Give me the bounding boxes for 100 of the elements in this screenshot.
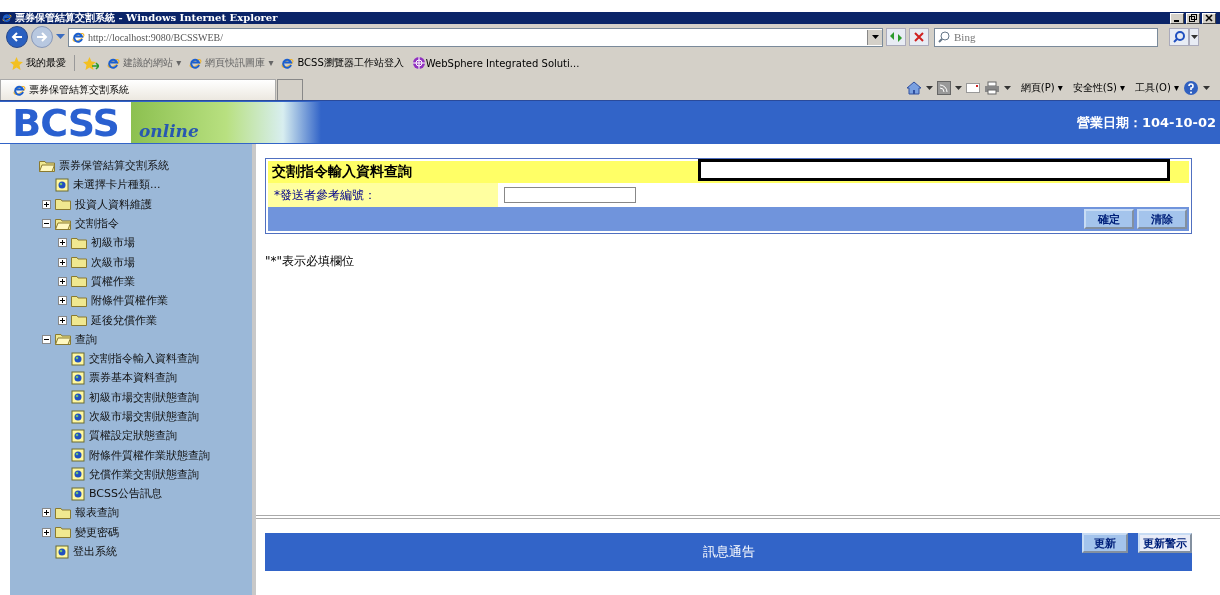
tree-item[interactable]: 投資人資料維護: [75, 196, 152, 212]
tree-item[interactable]: 未選擇卡片種類...: [73, 177, 161, 193]
required-note: "*"表示必填欄位: [265, 253, 356, 270]
folder-icon: [71, 236, 87, 249]
expander-icon[interactable]: [58, 257, 67, 267]
expander-icon[interactable]: [58, 296, 67, 306]
page-icon: [189, 56, 203, 70]
tree-item[interactable]: 次級市場: [91, 254, 135, 270]
tree-item[interactable]: 兌償作業交割狀態查詢: [89, 466, 199, 482]
search-button[interactable]: [1169, 28, 1189, 46]
restore-icon[interactable]: [1186, 12, 1200, 24]
feed-icon[interactable]: [936, 81, 951, 95]
form-button[interactable]: 確定: [1084, 209, 1134, 229]
dropdown-arrow-icon[interactable]: [954, 86, 962, 90]
form-button[interactable]: 清除: [1137, 209, 1187, 229]
open-folder-icon: [55, 217, 71, 230]
expander-icon[interactable]: [42, 334, 51, 344]
tree-item[interactable]: 附條件質權作業狀態查詢: [89, 447, 210, 463]
folder-icon: [71, 314, 87, 326]
tree-item[interactable]: 變更密碼: [75, 524, 119, 540]
help-icon[interactable]: [1183, 80, 1199, 96]
tree-item[interactable]: 登出系統: [73, 544, 117, 560]
page-icon: [71, 467, 85, 482]
tree-item[interactable]: 附條件質權作業: [91, 293, 168, 309]
mail-icon[interactable]: [965, 83, 980, 93]
star-icon: [10, 56, 23, 70]
left-arrow-icon: [10, 31, 24, 43]
folder-icon: [55, 198, 71, 211]
expander-icon[interactable]: [58, 315, 67, 325]
printer-icon[interactable]: [983, 81, 1000, 95]
tree-item[interactable]: 初級市場交割狀態查詢: [89, 389, 199, 405]
dropdown-arrow-icon[interactable]: [925, 86, 933, 90]
folder-icon: [71, 275, 87, 288]
page-icon: [72, 30, 85, 44]
favorites-button[interactable]: 我的最愛: [10, 56, 66, 70]
close-icon[interactable]: [1202, 12, 1216, 24]
expander-icon[interactable]: [58, 276, 67, 286]
dropdown-arrow-icon[interactable]: [1003, 86, 1011, 90]
tree-item[interactable]: 交割指令輸入資料查詢: [89, 351, 199, 367]
tree-item[interactable]: 次級市場交割狀態查詢: [89, 409, 199, 424]
logo: BCSS: [0, 102, 131, 143]
open-folder-icon: [55, 333, 71, 346]
tree-item[interactable]: 初級市場: [91, 235, 135, 251]
tree-item[interactable]: 查詢: [75, 331, 97, 347]
folder-icon: [55, 526, 71, 539]
expander-icon[interactable]: [58, 238, 67, 248]
page-icon: [107, 56, 120, 70]
globe-icon: [411, 56, 426, 70]
expander-icon[interactable]: [42, 219, 51, 229]
search-icon: [938, 30, 950, 43]
notice-title: 訊息通告: [702, 543, 755, 561]
folder-icon: [71, 294, 87, 307]
home-icon[interactable]: [905, 81, 922, 95]
folder-icon: [71, 256, 87, 269]
page-icon: [55, 177, 69, 192]
page-icon: [71, 370, 85, 385]
tree-item[interactable]: 票券保管結算交割系統: [59, 158, 169, 174]
browser-tab[interactable]: 票券保管結算交割系統: [0, 79, 276, 100]
favorite-link[interactable]: 網頁快訊圖庫 ▾: [189, 56, 274, 70]
dropdown-arrow-icon[interactable]: [1203, 86, 1210, 90]
logo-tagline: online: [131, 102, 321, 143]
favorite-link[interactable]: BCSS瀏覽器工作站登入: [281, 56, 404, 70]
menu-button[interactable]: 工具(O) ▾: [1135, 81, 1179, 95]
page-icon: [71, 486, 85, 501]
page-icon: [55, 544, 69, 559]
page-icon: [281, 56, 295, 70]
form-title: 交割指令輸入資料查詢: [272, 163, 412, 181]
menu-button[interactable]: 網頁(P) ▾: [1020, 81, 1063, 95]
input-field[interactable]: [504, 187, 636, 203]
menu-button[interactable]: 安全性(S) ▾: [1072, 81, 1126, 95]
browser-icon: [2, 13, 12, 23]
tree-item[interactable]: 交割指令: [75, 216, 119, 232]
expander-icon[interactable]: [42, 508, 51, 518]
address-field[interactable]: http://localhost:9080/BCSSWEB/: [68, 27, 883, 47]
field-label: *發送者參考編號：: [273, 186, 377, 204]
window-title: 票券保管結算交割系統 - Windows Internet Explorer: [15, 11, 278, 25]
minimize-icon[interactable]: [1170, 12, 1184, 24]
favorite-link[interactable]: WebSphere Integrated Soluti...: [411, 56, 580, 70]
favorite-link[interactable]: 建議的網站 ▾: [107, 56, 182, 70]
tree-item[interactable]: 質權設定狀態查詢: [89, 428, 177, 444]
stop-button[interactable]: [909, 28, 929, 46]
tree-item[interactable]: 質權作業: [91, 273, 135, 289]
page-icon: [71, 351, 85, 366]
tree-item[interactable]: BCSS公告訊息: [89, 486, 162, 502]
expander-icon[interactable]: [42, 199, 51, 209]
search-field[interactable]: Bing: [934, 27, 1158, 47]
page-icon: [71, 428, 85, 443]
search-icon: [1173, 31, 1185, 43]
notice-button[interactable]: 更新警示: [1138, 533, 1192, 553]
tree-item[interactable]: 延後兌償作業: [91, 312, 157, 328]
tree-item[interactable]: 報表查詢: [75, 505, 119, 521]
refresh-icon: [889, 31, 903, 43]
close-icon: [914, 32, 924, 42]
page-icon: [71, 409, 85, 424]
tree-item[interactable]: 票券基本資料查詢: [89, 370, 177, 386]
expander-icon[interactable]: [42, 527, 51, 537]
notice-button[interactable]: 更新: [1082, 533, 1128, 553]
page-icon: [71, 390, 85, 405]
back-button[interactable]: [6, 26, 28, 48]
page-icon: [71, 448, 85, 463]
